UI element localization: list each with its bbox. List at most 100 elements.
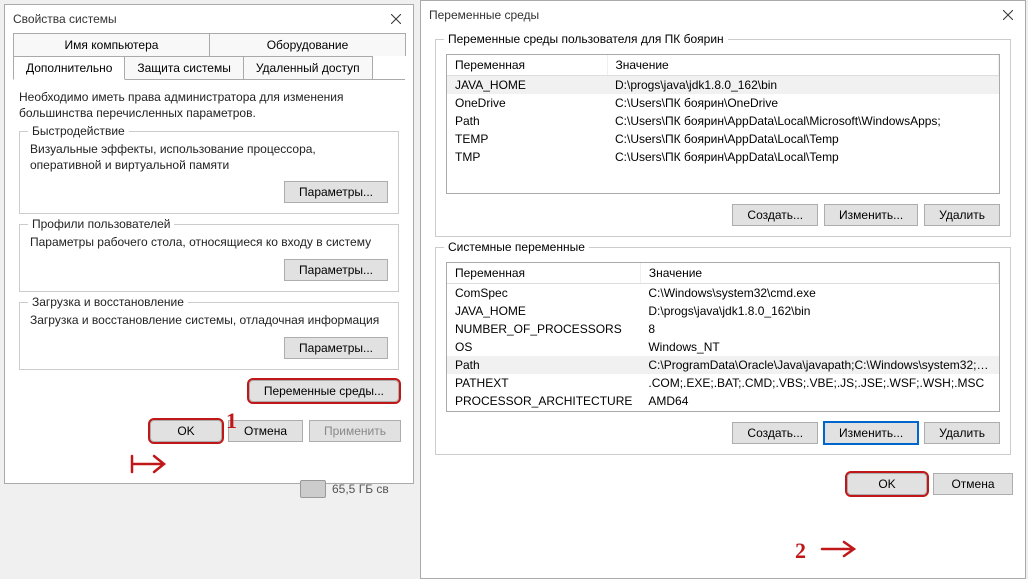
var-value-cell: C:\ProgramData\Oracle\Java\javapath;C:\W… [640, 356, 998, 374]
annotation-2: 2 [795, 538, 806, 564]
table-row[interactable]: OneDriveC:\Users\ПК боярин\OneDrive [447, 94, 999, 112]
tabs-row-2: Дополнительно Защита системы Удаленный д… [13, 56, 405, 80]
var-name-cell: PROCESSOR_ARCHITECTURE [447, 392, 640, 410]
user-delete-button[interactable]: Удалить [924, 204, 1000, 226]
var-value-cell: Windows_NT [640, 338, 998, 356]
annotation-1: 1 [226, 408, 237, 434]
tab-remote[interactable]: Удаленный доступ [243, 56, 373, 79]
sys-vars-section: Системные переменные Переменная Значение… [435, 247, 1011, 455]
tab-hardware[interactable]: Оборудование [209, 33, 406, 56]
startup-group: Загрузка и восстановление Загрузка и вос… [19, 302, 399, 370]
sys-vars-buttons: Создать... Изменить... Удалить [446, 422, 1000, 444]
sys-new-button[interactable]: Создать... [732, 422, 818, 444]
user-vars-buttons: Создать... Изменить... Удалить [446, 204, 1000, 226]
sysprops-bottom-buttons: OK Отмена Применить [5, 412, 413, 450]
dialog-title: Свойства системы [13, 12, 117, 26]
user-new-button[interactable]: Создать... [732, 204, 818, 226]
var-value-cell: C:\Windows\system32\cmd.exe [640, 284, 998, 303]
titlebar: Свойства системы [5, 5, 413, 33]
var-name-cell: JAVA_HOME [447, 76, 607, 95]
env-vars-dialog: Переменные среды Переменные среды пользо… [420, 0, 1026, 579]
profiles-settings-button[interactable]: Параметры... [284, 259, 388, 281]
disk-free-label: 65,5 ГБ св [332, 482, 389, 496]
var-value-cell: D:\progs\java\jdk1.8.0_162\bin [607, 76, 999, 95]
performance-group: Быстродействие Визуальные эффекты, испол… [19, 131, 399, 214]
table-row[interactable]: PATHEXT.COM;.EXE;.BAT;.CMD;.VBS;.VBE;.JS… [447, 374, 999, 392]
performance-legend: Быстродействие [28, 124, 129, 138]
disk-icon [300, 480, 326, 498]
sys-delete-button[interactable]: Удалить [924, 422, 1000, 444]
table-row[interactable]: JAVA_HOMED:\progs\java\jdk1.8.0_162\bin [447, 76, 999, 95]
table-row[interactable]: PROCESSOR_ARCHITECTUREAMD64 [447, 392, 999, 410]
admin-note: Необходимо иметь права администратора дл… [19, 90, 399, 121]
sys-vars-legend: Системные переменные [444, 240, 589, 254]
env-vars-button[interactable]: Переменные среды... [249, 380, 399, 402]
profiles-desc: Параметры рабочего стола, относящиеся ко… [30, 235, 388, 251]
var-value-cell: C:\Users\ПК боярин\OneDrive [607, 94, 999, 112]
table-row[interactable]: TEMPC:\Users\ПК боярин\AppData\Local\Tem… [447, 130, 999, 148]
table-row[interactable]: PathC:\ProgramData\Oracle\Java\javapath;… [447, 356, 999, 374]
var-value-cell: C:\Users\ПК боярин\AppData\Local\Microso… [607, 112, 999, 130]
var-value-cell: 8 [640, 320, 998, 338]
table-row[interactable]: NUMBER_OF_PROCESSORS8 [447, 320, 999, 338]
var-name-cell: JAVA_HOME [447, 302, 640, 320]
env-bottom-buttons: OK Отмена [421, 465, 1025, 503]
var-name-cell: TMP [447, 148, 607, 166]
apply-button[interactable]: Применить [309, 420, 401, 442]
arrow-icon [820, 540, 860, 558]
startup-legend: Загрузка и восстановление [28, 295, 188, 309]
user-vars-table-wrap[interactable]: Переменная Значение JAVA_HOMED:\progs\ja… [446, 54, 1000, 194]
env-cancel-button[interactable]: Отмена [933, 473, 1013, 495]
tab-system-protection[interactable]: Защита системы [124, 56, 243, 79]
var-name-cell: NUMBER_OF_PROCESSORS [447, 320, 640, 338]
env-ok-button[interactable]: OK [847, 473, 927, 495]
profiles-group: Профили пользователей Параметры рабочего… [19, 224, 399, 292]
var-value-cell: C:\Users\ПК боярин\AppData\Local\Temp [607, 148, 999, 166]
var-value-cell: AMD64 [640, 392, 998, 410]
var-name-cell: PATHEXT [447, 374, 640, 392]
arrow-icon [130, 452, 170, 476]
performance-desc: Визуальные эффекты, использование процес… [30, 142, 388, 173]
var-name-cell: OS [447, 338, 640, 356]
var-name-cell: Path [447, 112, 607, 130]
system-properties-dialog: Свойства системы Имя компьютера Оборудов… [4, 4, 414, 484]
close-icon[interactable] [379, 5, 413, 33]
col-value[interactable]: Значение [640, 263, 998, 284]
user-vars-table: Переменная Значение JAVA_HOMED:\progs\ja… [447, 55, 999, 166]
tab-computer-name[interactable]: Имя компьютера [13, 33, 210, 56]
var-value-cell: .COM;.EXE;.BAT;.CMD;.VBS;.VBE;.JS;.JSE;.… [640, 374, 998, 392]
tab-body-advanced: Необходимо иметь права администратора дл… [5, 80, 413, 412]
var-value-cell: D:\progs\java\jdk1.8.0_162\bin [640, 302, 998, 320]
profiles-legend: Профили пользователей [28, 217, 174, 231]
var-name-cell: OneDrive [447, 94, 607, 112]
sys-vars-table-wrap[interactable]: Переменная Значение ComSpecC:\Windows\sy… [446, 262, 1000, 412]
table-row[interactable]: PathC:\Users\ПК боярин\AppData\Local\Mic… [447, 112, 999, 130]
user-vars-legend: Переменные среды пользователя для ПК боя… [444, 32, 728, 46]
env-titlebar: Переменные среды [421, 1, 1025, 29]
user-edit-button[interactable]: Изменить... [824, 204, 918, 226]
performance-settings-button[interactable]: Параметры... [284, 181, 388, 203]
var-name-cell: ComSpec [447, 284, 640, 303]
table-row[interactable]: ComSpecC:\Windows\system32\cmd.exe [447, 284, 999, 303]
disk-info: 65,5 ГБ св [300, 480, 389, 498]
col-variable[interactable]: Переменная [447, 55, 607, 76]
table-row[interactable]: OSWindows_NT [447, 338, 999, 356]
col-variable[interactable]: Переменная [447, 263, 640, 284]
sys-edit-button[interactable]: Изменить... [824, 422, 918, 444]
ok-button[interactable]: OK [150, 420, 222, 442]
startup-settings-button[interactable]: Параметры... [284, 337, 388, 359]
table-row[interactable]: JAVA_HOMED:\progs\java\jdk1.8.0_162\bin [447, 302, 999, 320]
col-value[interactable]: Значение [607, 55, 999, 76]
startup-desc: Загрузка и восстановление системы, отлад… [30, 313, 388, 329]
var-value-cell: C:\Users\ПК боярин\AppData\Local\Temp [607, 130, 999, 148]
cancel-button[interactable]: Отмена [228, 420, 303, 442]
tabs-row-1: Имя компьютера Оборудование [13, 33, 405, 56]
table-row[interactable]: TMPC:\Users\ПК боярин\AppData\Local\Temp [447, 148, 999, 166]
var-name-cell: Path [447, 356, 640, 374]
user-vars-section: Переменные среды пользователя для ПК боя… [435, 39, 1011, 237]
close-icon[interactable] [991, 1, 1025, 29]
tab-advanced[interactable]: Дополнительно [13, 56, 125, 80]
env-dialog-title: Переменные среды [429, 8, 539, 22]
sys-vars-table: Переменная Значение ComSpecC:\Windows\sy… [447, 263, 999, 410]
var-name-cell: TEMP [447, 130, 607, 148]
